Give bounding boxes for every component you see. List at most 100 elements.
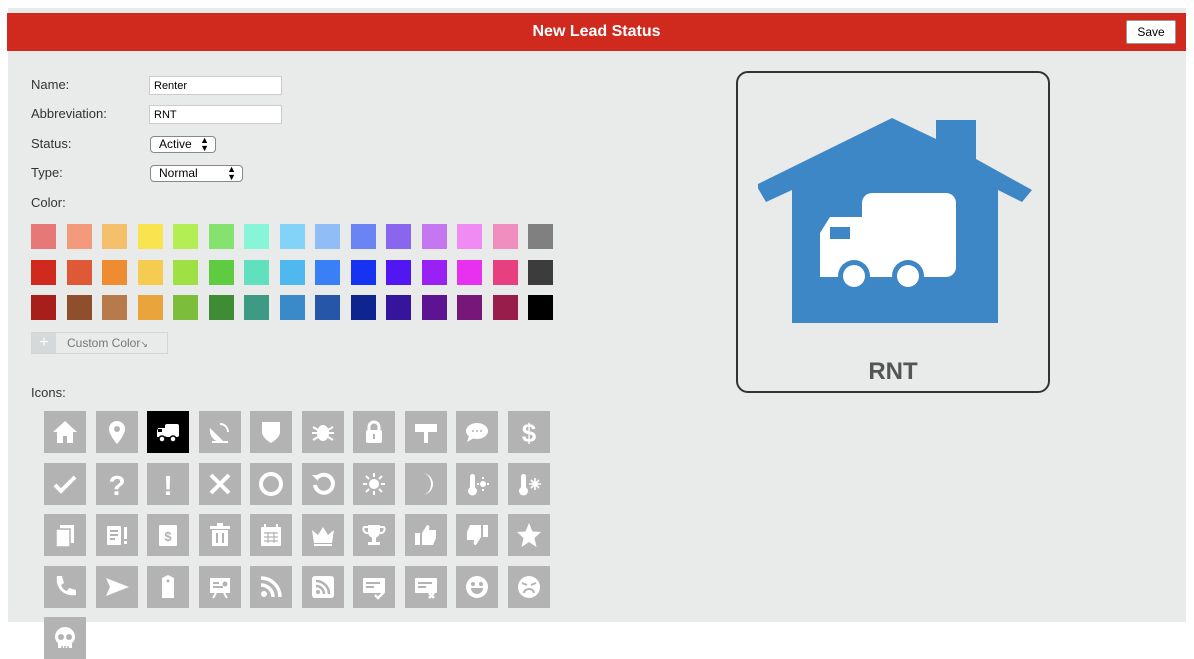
- color-swatch[interactable]: [279, 295, 305, 320]
- color-swatch[interactable]: [66, 224, 92, 249]
- color-swatch[interactable]: [244, 224, 269, 249]
- icon-option-exclamation[interactable]: !: [147, 462, 189, 505]
- color-swatch[interactable]: [102, 295, 127, 320]
- color-swatch[interactable]: [137, 259, 163, 285]
- house-truck-icon: [758, 118, 1032, 323]
- status-preview: RNT: [736, 71, 1050, 393]
- color-swatch[interactable]: [386, 259, 411, 285]
- icon-option-x[interactable]: [198, 462, 241, 505]
- phone-icon: [56, 575, 76, 595]
- color-swatch[interactable]: [279, 259, 305, 285]
- icon-option-send[interactable]: [95, 565, 138, 608]
- color-swatch[interactable]: [350, 224, 376, 249]
- color-swatch[interactable]: [315, 295, 340, 320]
- rss-icon: [260, 575, 282, 597]
- icon-option-sun[interactable]: [353, 462, 395, 505]
- color-swatch[interactable]: [350, 295, 376, 320]
- color-swatch[interactable]: [528, 295, 553, 320]
- icon-option-question[interactable]: ?: [95, 462, 138, 505]
- color-swatch[interactable]: [457, 224, 482, 249]
- icon-option-documents[interactable]: [44, 514, 86, 556]
- color-swatch[interactable]: [66, 259, 92, 285]
- color-swatch[interactable]: [173, 295, 198, 320]
- color-swatch[interactable]: [279, 224, 305, 249]
- name-field[interactable]: [149, 76, 282, 95]
- color-swatch[interactable]: [208, 224, 234, 249]
- icon-option-presentation[interactable]: [198, 565, 241, 608]
- color-swatch[interactable]: [31, 295, 56, 320]
- icon-option-card-check[interactable]: [353, 565, 395, 608]
- color-swatch[interactable]: [492, 224, 518, 249]
- color-swatch[interactable]: [31, 259, 56, 285]
- color-swatch[interactable]: [315, 224, 340, 249]
- color-swatch[interactable]: [350, 259, 376, 285]
- lock-icon: [366, 420, 382, 443]
- custom-color-button[interactable]: + Custom Color↘: [31, 332, 168, 354]
- color-swatch[interactable]: [386, 224, 411, 249]
- color-swatch[interactable]: [421, 224, 447, 249]
- color-swatch[interactable]: [315, 259, 340, 285]
- color-swatch[interactable]: [386, 295, 411, 320]
- color-swatch[interactable]: [244, 295, 269, 320]
- icon-option-chat-bubble[interactable]: [456, 411, 498, 453]
- trophy-icon: [362, 525, 386, 545]
- color-swatch[interactable]: [421, 259, 447, 285]
- icon-option-thermometer-hot[interactable]: [456, 462, 498, 505]
- icon-option-angry-face[interactable]: [507, 565, 550, 608]
- icon-option-phone[interactable]: [44, 565, 86, 608]
- icon-option-location-pin[interactable]: [95, 411, 138, 453]
- color-swatch[interactable]: [173, 224, 198, 249]
- type-select[interactable]: Normal ▲ ▼: [150, 165, 243, 182]
- icon-option-card-x[interactable]: [404, 565, 447, 608]
- icon-option-smile[interactable]: [456, 565, 498, 608]
- color-swatch[interactable]: [208, 259, 234, 285]
- color-swatch[interactable]: [102, 224, 127, 249]
- icon-option-circle[interactable]: [250, 462, 292, 505]
- icon-option-dollar[interactable]: $: [507, 411, 550, 453]
- icon-option-document-alert[interactable]: [95, 514, 138, 556]
- color-swatch[interactable]: [457, 295, 482, 320]
- color-swatch[interactable]: [208, 295, 234, 320]
- icon-option-calendar[interactable]: [250, 514, 292, 556]
- icon-option-thumbs-up[interactable]: [404, 514, 447, 556]
- color-swatch[interactable]: [137, 224, 163, 249]
- icon-option-truck[interactable]: [147, 411, 189, 453]
- icon-option-invoice[interactable]: $: [147, 514, 189, 556]
- icon-option-satellite-dish[interactable]: [198, 411, 241, 453]
- color-swatch[interactable]: [244, 259, 269, 285]
- color-swatch[interactable]: [102, 259, 127, 285]
- icon-option-crown[interactable]: [301, 514, 344, 556]
- icon-option-bug[interactable]: [301, 411, 344, 453]
- abbreviation-field[interactable]: [149, 105, 282, 124]
- type-select-value: Normal: [159, 166, 198, 180]
- color-swatch[interactable]: [173, 259, 198, 285]
- color-swatch[interactable]: [66, 295, 92, 320]
- color-swatch[interactable]: [492, 295, 518, 320]
- icon-option-thermometer-cold[interactable]: [507, 462, 550, 505]
- color-swatch[interactable]: [421, 295, 447, 320]
- color-swatch[interactable]: [492, 259, 518, 285]
- status-select[interactable]: Active ▲ ▼: [150, 136, 216, 153]
- save-button[interactable]: Save: [1126, 20, 1176, 44]
- icon-option-rss[interactable]: [250, 565, 292, 608]
- card-check-icon: [363, 577, 385, 600]
- color-swatch[interactable]: [457, 259, 482, 285]
- icon-option-home[interactable]: [44, 411, 86, 453]
- icon-option-star[interactable]: [507, 514, 550, 556]
- icon-option-shield[interactable]: [250, 411, 292, 453]
- icon-option-trophy[interactable]: [353, 514, 395, 556]
- icon-option-tag[interactable]: [147, 565, 189, 608]
- icon-option-rss-box[interactable]: [301, 565, 344, 608]
- icon-option-trash[interactable]: [198, 514, 241, 556]
- icon-option-sign[interactable]: [404, 411, 447, 453]
- icon-option-lock[interactable]: [353, 411, 395, 453]
- color-swatch[interactable]: [137, 295, 163, 320]
- icon-option-thumbs-down[interactable]: [456, 514, 498, 556]
- icon-option-moon[interactable]: [404, 462, 447, 505]
- icon-option-skull[interactable]: [44, 617, 86, 659]
- icon-option-check[interactable]: [44, 462, 86, 505]
- color-swatch[interactable]: [528, 259, 553, 285]
- color-swatch[interactable]: [528, 224, 553, 249]
- icon-option-refresh[interactable]: [301, 462, 344, 505]
- color-swatch[interactable]: [31, 224, 56, 249]
